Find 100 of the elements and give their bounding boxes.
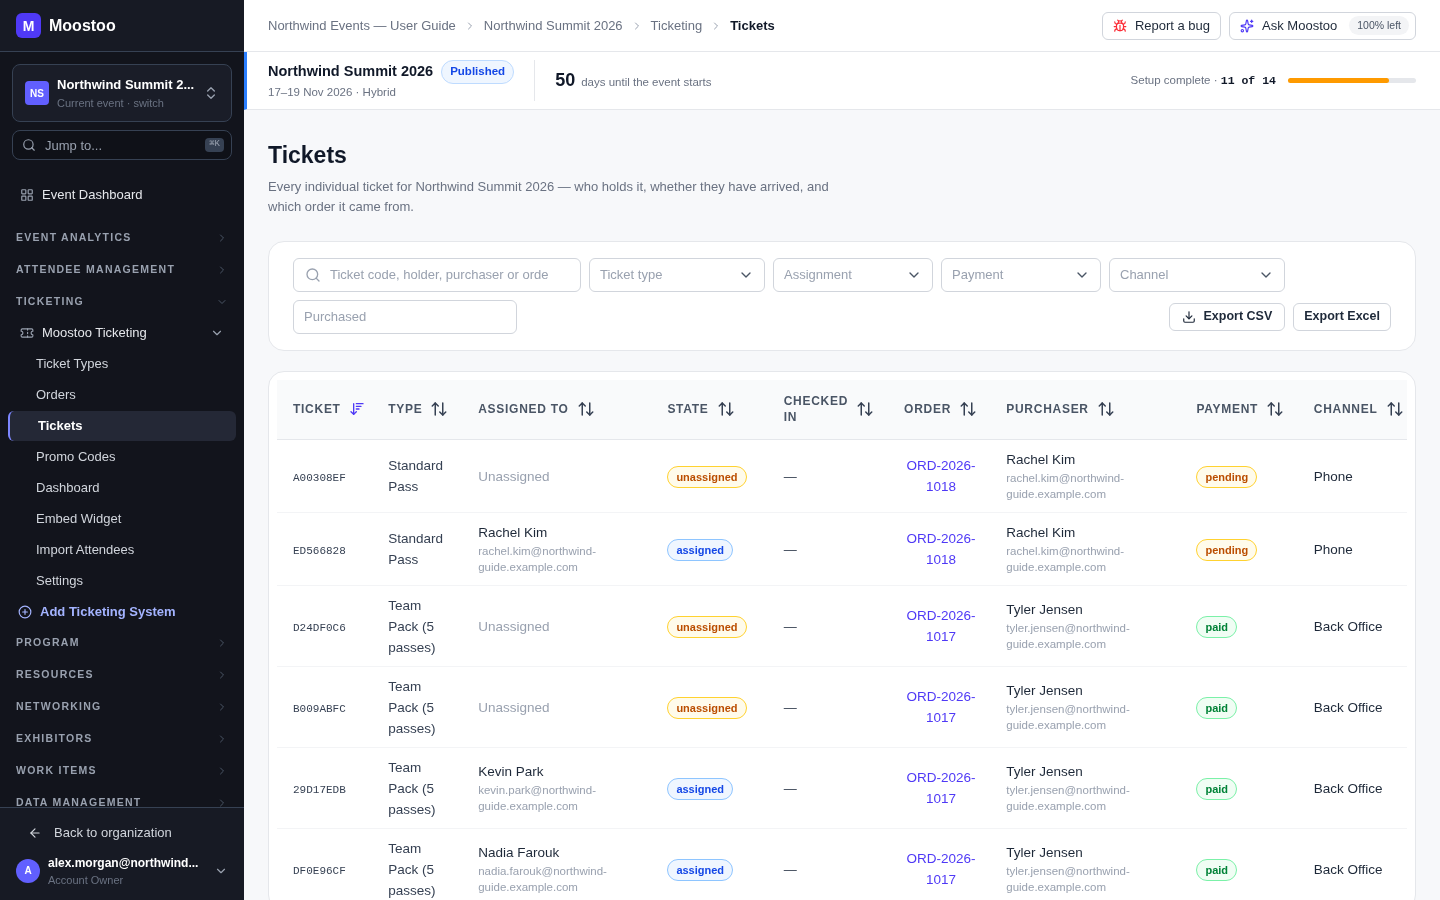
page-description: Every individual ticket for Northwind Summit 2026 — who holds it, whether they have arrived, and which order it came from.	[268, 177, 830, 216]
unassigned-text: Unassigned	[478, 619, 550, 634]
email-text: tyler.jensen@northwind-guide.example.com	[1006, 702, 1131, 734]
unassigned-text: Unassigned	[478, 469, 550, 484]
nav-section[interactable]: EVENT ANALYTICS	[8, 222, 236, 254]
search-field[interactable]: Ticket code, holder, purchaser or orde	[293, 257, 581, 292]
quota-badge: 100% left	[1349, 15, 1409, 36]
setup-progress-text: Setup complete · 11 of 14	[1130, 72, 1276, 89]
channel-text: Back Office	[1313, 862, 1383, 877]
ticket-icon	[20, 326, 34, 340]
breadcrumb-link[interactable]: Ticketing	[650, 15, 703, 36]
state-badge: assigned	[667, 538, 734, 562]
payment-badge: paid	[1196, 858, 1238, 882]
ticket-code: 29D17EDB	[293, 784, 346, 796]
email-text: tyler.jensen@northwind-guide.example.com	[1006, 783, 1131, 815]
back-link[interactable]: Back to organization	[16, 819, 228, 846]
payment-badge: pending	[1196, 538, 1258, 562]
assignee-name: Rachel Kim	[478, 523, 549, 542]
nav-link[interactable]: Event Dashboard	[8, 180, 236, 210]
account-avatar: A	[16, 858, 40, 883]
payment-badge: paid	[1196, 615, 1238, 639]
sort-icon[interactable]	[716, 400, 735, 419]
event-title: Northwind Summit 2026	[268, 62, 434, 81]
column-header: TYPE	[388, 401, 423, 418]
ticket-code: ED566828	[293, 545, 346, 557]
add-ticketing-link[interactable]: Add Ticketing System	[8, 597, 236, 627]
sort-descending-icon[interactable]	[348, 401, 365, 418]
search-icon	[22, 138, 36, 152]
assignee-name: Kevin Park	[478, 762, 545, 781]
email-text: nadia.farouk@northwind-guide.example.com	[478, 864, 608, 896]
nav-item[interactable]: Embed Widget	[8, 504, 236, 534]
nav-item[interactable]: Tickets	[8, 411, 236, 441]
ask-assistant-button[interactable]: Ask Moostoo 100% left	[1229, 11, 1416, 40]
nav-section[interactable]: NETWORKING	[8, 691, 236, 723]
purchaser-name: Tyler Jensen	[1006, 600, 1084, 619]
report-bug-button[interactable]: Report a bug	[1101, 11, 1222, 40]
order-link[interactable]: ORD-2026-1017	[904, 605, 979, 647]
channel-text: Back Office	[1313, 700, 1383, 715]
nav-section[interactable]: WORK ITEMS	[8, 755, 236, 787]
nav-section[interactable]: PROGRAM	[8, 627, 236, 659]
order-link[interactable]: ORD-2026-1017	[904, 686, 979, 728]
checked-in-value: —	[783, 619, 797, 634]
nav-section[interactable]: EXHIBITORS	[8, 723, 236, 755]
ticket-type: Team Pack (5 passes)	[388, 596, 437, 657]
breadcrumb-link[interactable]: Northwind Events — User Guide	[268, 15, 456, 36]
order-link[interactable]: ORD-2026-1018	[904, 455, 979, 497]
email-text: tyler.jensen@northwind-guide.example.com	[1006, 864, 1131, 896]
ticket-code: B009ABFC	[293, 703, 346, 715]
export-csv-button[interactable]: Export CSV	[1168, 302, 1286, 331]
days-count: 50	[555, 69, 576, 92]
purchaser-name: Rachel Kim	[1006, 523, 1077, 542]
account-email: alex.morgan@northwind...	[48, 854, 200, 872]
sort-icon[interactable]	[430, 400, 449, 419]
order-link[interactable]: ORD-2026-1018	[904, 528, 979, 570]
channel-text: Back Office	[1313, 781, 1383, 796]
purchaser-name: Tyler Jensen	[1006, 843, 1084, 862]
account-menu[interactable]: A alex.morgan@northwind... Account Owner	[16, 853, 228, 888]
shortcut-key: ⌘K	[205, 138, 224, 152]
nav-item[interactable]: Dashboard	[8, 473, 236, 503]
ticket-type: Standard Pass	[388, 530, 444, 569]
sort-icon[interactable]	[959, 400, 977, 419]
event-switcher[interactable]: NS Northwind Summit 2... Current event · switch	[12, 64, 232, 122]
nav-section[interactable]: TICKETING	[8, 286, 236, 318]
nav-group[interactable]: Moostoo Ticketing	[8, 318, 236, 348]
nav-item[interactable]: Promo Codes	[8, 442, 236, 472]
email-text: kevin.park@northwind-guide.example.com	[478, 783, 597, 815]
checked-in-value: —	[783, 862, 797, 877]
unassigned-text: Unassigned	[478, 700, 550, 715]
ticket-type: Team Pack (5 passes)	[388, 839, 437, 900]
order-link[interactable]: ORD-2026-1017	[904, 848, 979, 890]
sort-icon[interactable]	[855, 400, 874, 419]
breadcrumb-link[interactable]: Northwind Summit 2026	[483, 15, 623, 36]
sort-icon[interactable]	[1266, 400, 1285, 419]
event-name: Northwind Summit 2...	[57, 76, 195, 94]
order-link[interactable]: ORD-2026-1017	[904, 767, 979, 809]
ticket-code: A00308EF	[293, 472, 346, 484]
ticket-code: DF0E96CF	[293, 865, 346, 877]
app-name: Moostoo	[49, 15, 116, 36]
nav-item[interactable]: Settings	[8, 566, 236, 596]
nav-item[interactable]: Import Attendees	[8, 535, 236, 565]
column-header: STATE	[667, 401, 709, 418]
column-header: PAYMENT	[1196, 401, 1259, 418]
ticket-type: Standard Pass	[388, 457, 444, 496]
purchased-field[interactable]: Purchased	[293, 299, 517, 334]
ticket-code: D24DF0C6	[293, 622, 346, 634]
nav-section[interactable]: DATA MANAGEMENT	[8, 787, 236, 807]
grid-icon	[20, 188, 34, 202]
sort-icon[interactable]	[1096, 400, 1115, 419]
nav-item[interactable]: Orders	[8, 380, 236, 410]
sort-icon[interactable]	[576, 400, 595, 419]
account-role: Account Owner	[48, 872, 125, 888]
nav-section[interactable]: ATTENDEE MANAGEMENT	[8, 254, 236, 286]
nav-section[interactable]: RESOURCES	[8, 659, 236, 691]
sort-icon[interactable]	[1385, 400, 1404, 419]
channel-text: Back Office	[1313, 619, 1383, 634]
export-excel-button[interactable]: Export Excel	[1293, 302, 1391, 331]
breadcrumb-link[interactable]: Tickets	[730, 15, 775, 36]
column-header: ORDER	[904, 401, 951, 418]
checked-in-value: —	[783, 700, 797, 715]
nav-item[interactable]: Ticket Types	[8, 349, 236, 379]
